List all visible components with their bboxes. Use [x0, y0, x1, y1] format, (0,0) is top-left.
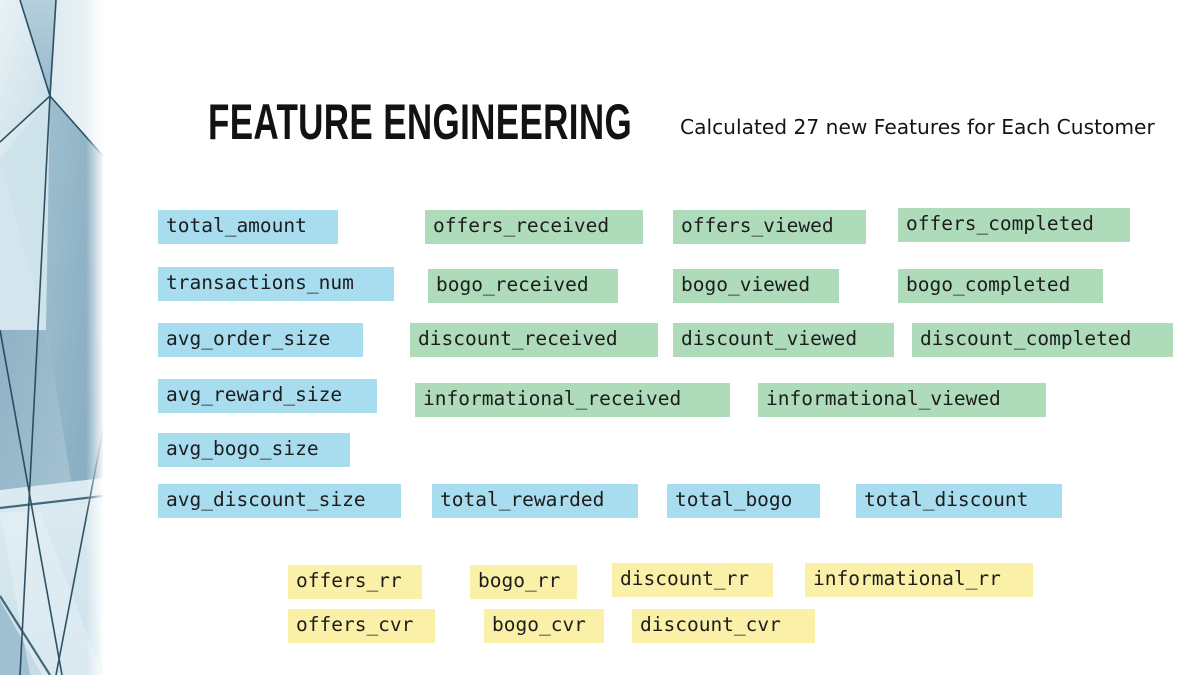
feature-chip-bogo-completed: bogo_completed	[898, 269, 1103, 303]
page-title: FEATURE ENGINEERING	[208, 94, 633, 150]
image-fade-overlay	[86, 0, 103, 675]
feature-chip-offers-viewed: offers_viewed	[673, 210, 866, 244]
feature-chip-transactions-num: transactions_num	[158, 267, 394, 301]
feature-chip-total-amount: total_amount	[158, 210, 338, 244]
feature-chip-avg-bogo-size: avg_bogo_size	[158, 433, 350, 467]
feature-chip-discount-viewed: discount_viewed	[673, 323, 894, 357]
feature-chip-discount-cvr: discount_cvr	[632, 609, 815, 643]
feature-chip-total-rewarded: total_rewarded	[432, 484, 638, 518]
feature-chip-avg-discount-size: avg_discount_size	[158, 484, 401, 518]
feature-chip-avg-order-size: avg_order_size	[158, 323, 363, 357]
slide-canvas: FEATURE ENGINEERING Calculated 27 new Fe…	[0, 0, 1200, 675]
feature-chip-offers-rr: offers_rr	[288, 565, 422, 599]
feature-chip-bogo-received: bogo_received	[428, 269, 618, 303]
feature-chip-total-discount: total_discount	[856, 484, 1062, 518]
feature-chip-total-bogo: total_bogo	[667, 484, 820, 518]
geometric-glass-facade-image	[0, 0, 103, 675]
feature-chip-discount-received: discount_received	[410, 323, 658, 357]
feature-chip-informational-received: informational_received	[415, 383, 730, 417]
feature-chip-bogo-cvr: bogo_cvr	[484, 609, 604, 643]
feature-chip-offers-cvr: offers_cvr	[288, 609, 435, 643]
feature-chip-avg-reward-size: avg_reward_size	[158, 379, 377, 413]
feature-chip-bogo-rr: bogo_rr	[470, 565, 577, 599]
feature-chip-offers-received: offers_received	[425, 210, 643, 244]
feature-chip-discount-rr: discount_rr	[612, 563, 773, 597]
feature-chip-informational-viewed: informational_viewed	[758, 383, 1046, 417]
feature-chip-bogo-viewed: bogo_viewed	[673, 269, 839, 303]
feature-chip-discount-completed: discount_completed	[912, 323, 1173, 357]
feature-chip-informational-rr: informational_rr	[805, 563, 1033, 597]
page-subtitle: Calculated 27 new Features for Each Cust…	[680, 115, 1155, 139]
feature-chip-offers-completed: offers_completed	[898, 208, 1130, 242]
